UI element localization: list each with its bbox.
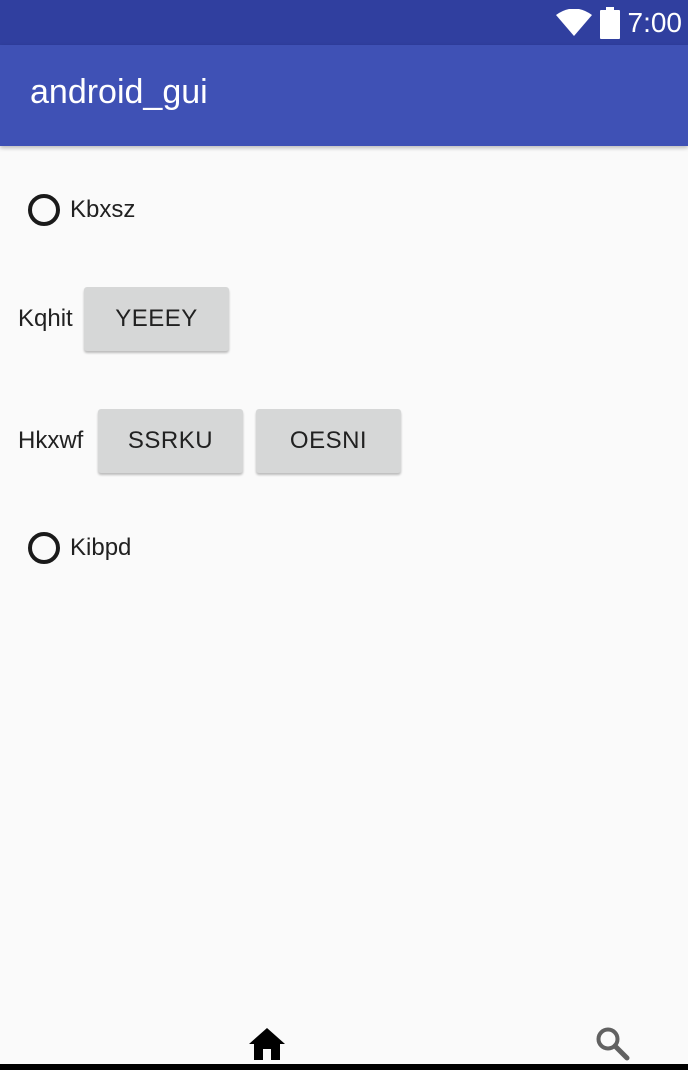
navigation-bar — [0, 1064, 688, 1070]
radio-button-icon[interactable] — [28, 194, 60, 226]
status-bar: 7:00 — [0, 0, 688, 45]
oesni-button[interactable]: OESNI — [256, 409, 401, 473]
wifi-icon — [555, 8, 592, 36]
ssrku-button[interactable]: SSRKU — [98, 409, 243, 473]
app-title: android_gui — [30, 73, 208, 111]
radio-label: Kbxsz — [70, 196, 136, 223]
status-icons: 7:00 — [555, 0, 683, 45]
radio-option-kibpd[interactable]: Kibpd — [28, 532, 131, 564]
battery-icon — [599, 6, 620, 39]
status-time: 7:00 — [627, 6, 683, 38]
row-label-hkxwf: Hkxwf — [18, 427, 84, 454]
screen: 7:00 android_gui Kbxsz Kqhit YEEEY Hkxwf… — [0, 0, 688, 1070]
radio-label: Kibpd — [70, 534, 132, 561]
app-bar: android_gui — [0, 45, 688, 146]
home-icon[interactable] — [249, 1028, 285, 1060]
radio-button-icon[interactable] — [28, 532, 60, 564]
radio-option-kbxsz[interactable]: Kbxsz — [28, 194, 135, 226]
yeeey-button[interactable]: YEEEY — [84, 287, 229, 351]
row-label-kqhit: Kqhit — [18, 305, 73, 332]
search-icon[interactable] — [595, 1026, 631, 1062]
